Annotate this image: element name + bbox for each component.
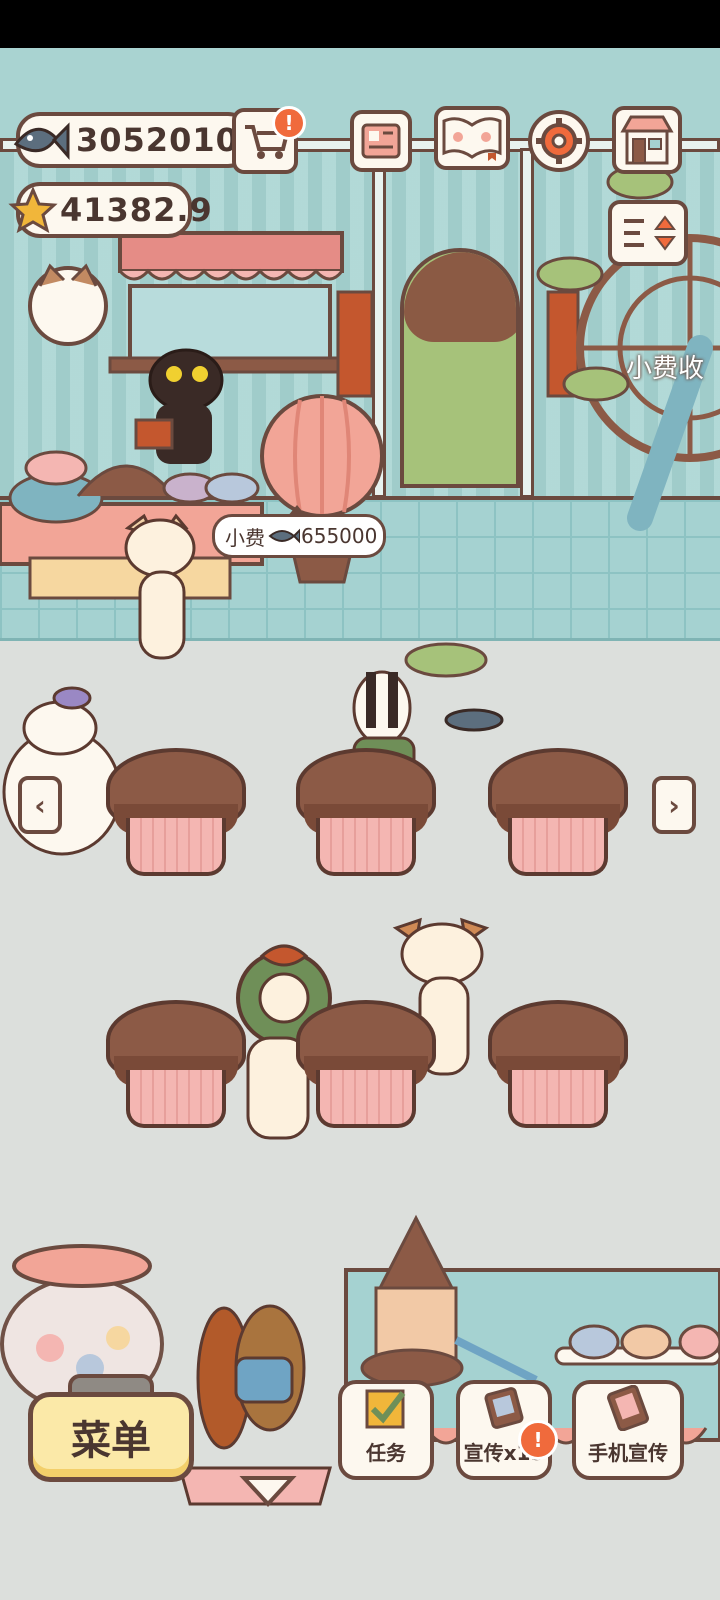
paw-book-button[interactable] (434, 106, 510, 170)
chevron-down-button[interactable] (238, 1470, 298, 1510)
menu-label: 菜单 (71, 1418, 151, 1464)
table-2[interactable] (296, 748, 436, 878)
newspaper-icon (361, 123, 401, 159)
game-scene: ‹ › 小费 655000 小费收 (0, 48, 720, 1600)
menu-button[interactable]: 菜单 (28, 1392, 194, 1482)
phone-promo-button[interactable]: 手机宣传 (572, 1380, 684, 1480)
table-3[interactable] (488, 748, 628, 878)
table-6[interactable] (488, 1000, 628, 1130)
table-5[interactable] (296, 1000, 436, 1130)
table-1[interactable] (106, 748, 246, 878)
fish-icon (268, 528, 300, 544)
scroll-left-button[interactable]: ‹ (18, 776, 62, 834)
stall-awning (108, 231, 352, 374)
tasks-label: 任务 (366, 1441, 406, 1465)
star-icon (8, 186, 58, 234)
shop-icon (620, 115, 674, 165)
newspaper-button[interactable] (350, 110, 412, 172)
phone-promo-label: 手机宣传 (588, 1441, 668, 1465)
scroll-right-button[interactable]: › (652, 776, 696, 834)
tip-label: 小费 (225, 525, 265, 550)
phone-promo-icon (605, 1385, 651, 1431)
gear-icon (536, 118, 582, 164)
cat-portrait (28, 263, 108, 346)
promo-poster-icon (481, 1385, 527, 1431)
cart-alert-badge: ! (272, 106, 306, 140)
table-4[interactable] (106, 1000, 246, 1130)
sort-icon (624, 215, 676, 251)
tip-collect-label[interactable]: 小费收 (626, 348, 704, 385)
tasks-button[interactable]: 任务 (338, 1380, 434, 1480)
shop-button[interactable] (612, 106, 682, 174)
chevron-right-icon: › (668, 788, 680, 822)
promo-alert-badge: ! (518, 1420, 558, 1460)
paw-book-icon (442, 117, 502, 161)
tip-amount: 655000 (301, 524, 378, 548)
task-checklist-icon (363, 1385, 409, 1431)
sort-button[interactable] (608, 200, 688, 266)
chevron-left-icon: ‹ (34, 788, 46, 822)
tip-bubble[interactable]: 小费 655000 (212, 505, 386, 558)
fish-icon (13, 122, 70, 160)
settings-button[interactable] (528, 110, 590, 172)
